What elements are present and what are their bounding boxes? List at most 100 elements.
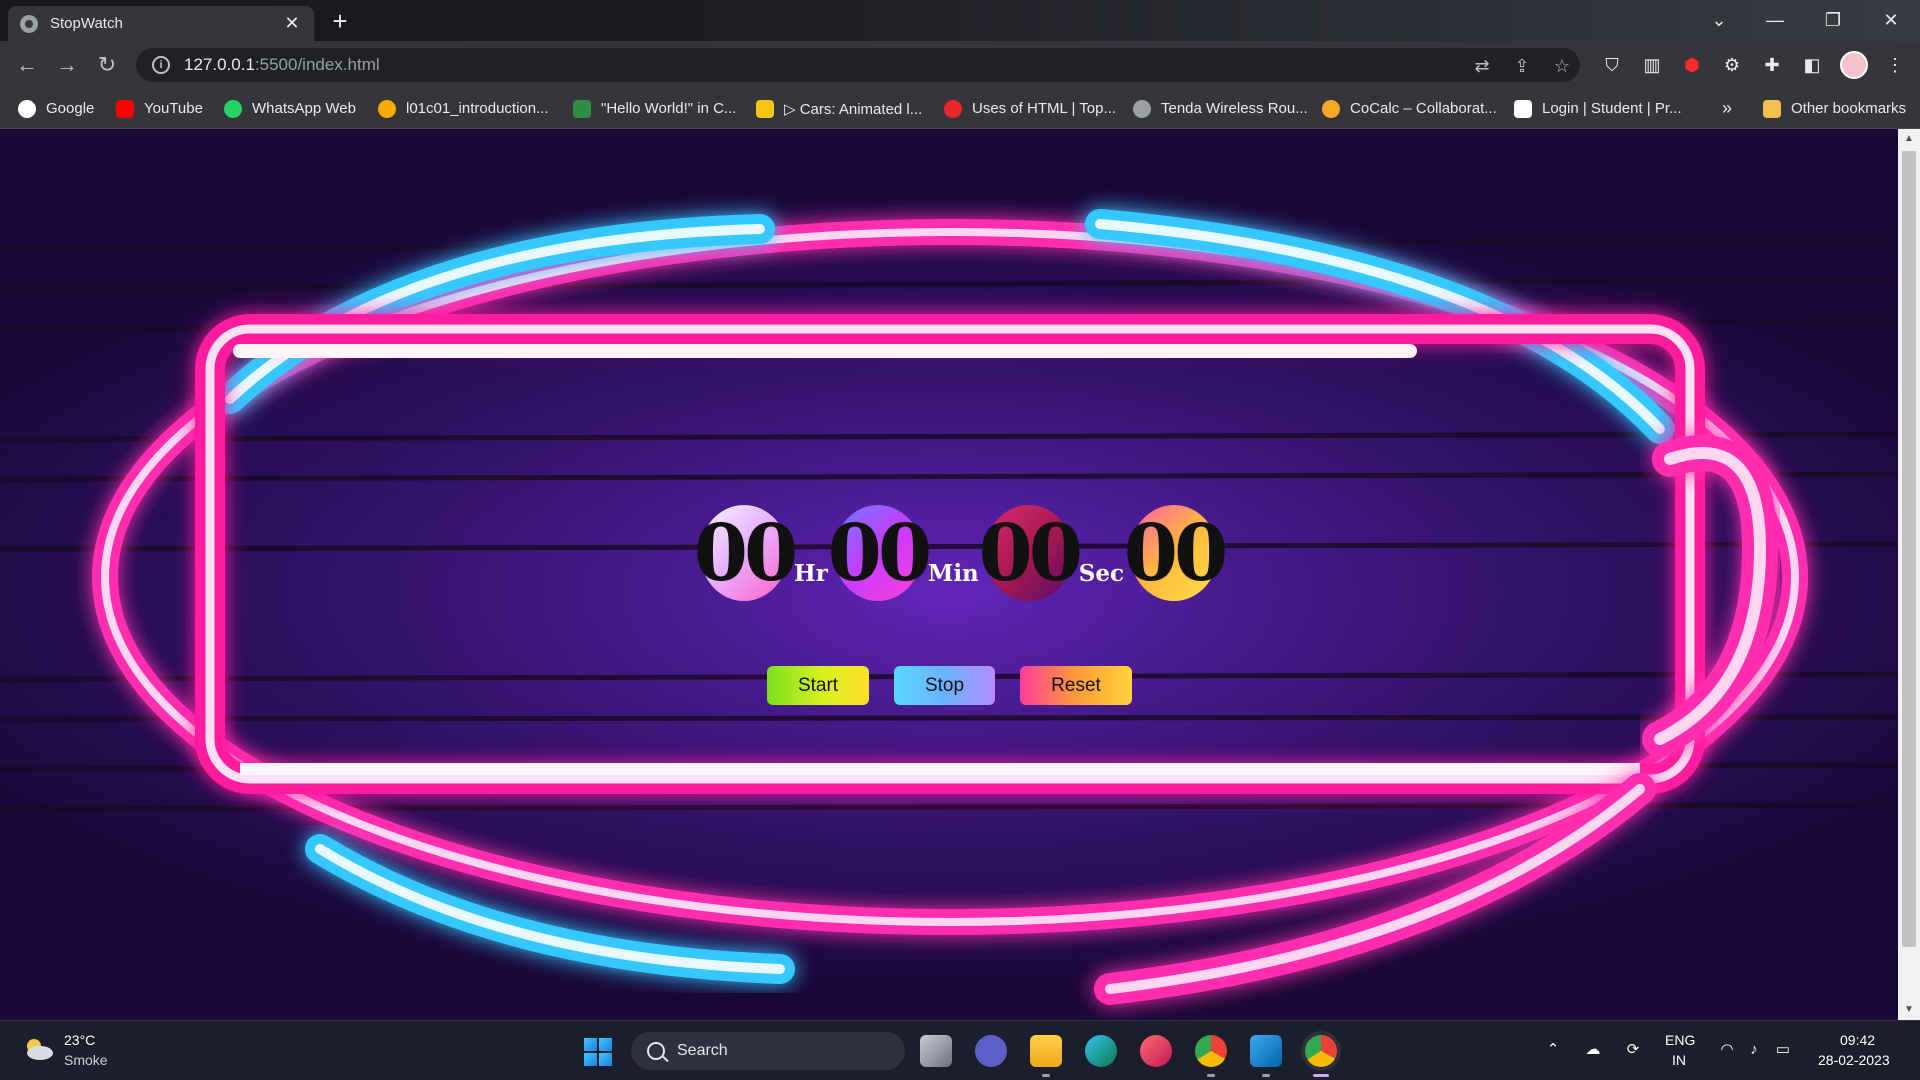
- taskbar-search[interactable]: Search: [631, 1032, 905, 1070]
- url-host: 127.0.0.1: [184, 55, 255, 74]
- teams-chat-icon[interactable]: [975, 1035, 1007, 1067]
- bookmark-label: CoCalc – Collaborat...: [1350, 100, 1497, 117]
- reset-button[interactable]: Reset: [1020, 666, 1132, 705]
- vscode-icon[interactable]: [1250, 1035, 1282, 1067]
- bookmark-label: WhatsApp Web: [252, 100, 356, 117]
- search-icon: [647, 1042, 665, 1060]
- sync-icon[interactable]: ⟳: [1624, 1041, 1642, 1059]
- globe-icon: [1133, 99, 1151, 118]
- tab-stopwatch[interactable]: StopWatch ✕: [8, 6, 314, 41]
- scrollbar-thumb[interactable]: [1902, 151, 1916, 947]
- running-indicator: [1042, 1074, 1050, 1077]
- browser-titlebar: StopWatch ✕ + ⌄ — ❐ ✕: [0, 0, 1920, 41]
- bookmark-label: Google: [46, 100, 95, 117]
- bookmark-login[interactable]: Login | Student | Pr...: [1514, 88, 1682, 129]
- weather-temperature[interactable]: 23°C: [64, 1032, 95, 1048]
- bookmark-star-icon[interactable]: ☆: [1552, 56, 1572, 76]
- close-window-button[interactable]: ✕: [1868, 0, 1914, 41]
- bookmark-colab[interactable]: l01c01_introduction...: [378, 88, 549, 129]
- edge-browser-icon[interactable]: [1085, 1035, 1117, 1067]
- other-bookmarks-label: Other bookmarks: [1791, 100, 1907, 117]
- task-view-icon[interactable]: [920, 1035, 952, 1067]
- gfg-icon: [573, 99, 591, 118]
- hours-display: 00: [694, 505, 798, 601]
- cocalc-icon: [1322, 99, 1340, 118]
- bookmark-label: ▷ Cars: Animated l...: [784, 100, 923, 118]
- brave-shield-icon[interactable]: ⛉: [1601, 54, 1623, 76]
- whatsapp-icon: [224, 99, 242, 118]
- volume-icon[interactable]: ♪: [1745, 1041, 1763, 1059]
- bookmark-google[interactable]: Google: [18, 88, 94, 129]
- chrome-profile-icon[interactable]: [1305, 1035, 1337, 1067]
- minimize-button[interactable]: —: [1752, 0, 1798, 41]
- start-button[interactable]: Start: [767, 666, 869, 705]
- stop-button[interactable]: Stop: [894, 666, 995, 705]
- colab-icon: [378, 99, 396, 118]
- bookmark-label: Uses of HTML | Top...: [972, 100, 1116, 117]
- minutes-unit-label: Min: [927, 560, 979, 587]
- bookmark-cocalc[interactable]: CoCalc – Collaborat...: [1322, 88, 1497, 129]
- taskbar-search-label: Search: [677, 1042, 728, 1059]
- extensions-puzzle-icon[interactable]: ✚: [1761, 54, 1783, 76]
- other-bookmarks-folder[interactable]: Other bookmarks: [1763, 88, 1906, 129]
- side-panel-icon[interactable]: ◧: [1801, 54, 1823, 76]
- bookmark-label: YouTube: [144, 100, 203, 117]
- bookmark-youtube[interactable]: YouTube: [116, 88, 203, 129]
- show-hidden-icons-chevron-icon[interactable]: ⌃: [1544, 1041, 1562, 1059]
- scroll-down-arrow[interactable]: ▼: [1898, 1000, 1920, 1020]
- clock-date[interactable]: 28-02-2023: [1818, 1052, 1890, 1068]
- scroll-up-arrow[interactable]: ▲: [1898, 129, 1920, 149]
- weather-smoke-icon[interactable]: [22, 1036, 54, 1062]
- bookmarks-bar: Google YouTube WhatsApp Web l01c01_intro…: [0, 88, 1920, 129]
- tab-close-button[interactable]: ✕: [282, 13, 302, 34]
- running-indicator: [1262, 1074, 1270, 1077]
- forward-button[interactable]: →: [52, 51, 82, 79]
- wifi-icon[interactable]: ◠: [1718, 1041, 1736, 1059]
- bookmark-label: l01c01_introduction...: [406, 100, 549, 117]
- back-button[interactable]: ←: [12, 51, 42, 79]
- bookmark-whatsapp[interactable]: WhatsApp Web: [224, 88, 356, 129]
- performance-icon[interactable]: ▥: [1641, 54, 1663, 76]
- centiseconds-display: 00: [1124, 505, 1228, 601]
- start-menu-windows-icon[interactable]: [584, 1038, 612, 1066]
- bookmarks-overflow-button[interactable]: »: [1722, 88, 1732, 129]
- youtube-icon: [116, 99, 134, 118]
- reload-button[interactable]: ↻: [92, 51, 122, 79]
- bookmark-tenda[interactable]: Tenda Wireless Rou...: [1133, 88, 1308, 129]
- bookmark-label: Login | Student | Pr...: [1542, 100, 1682, 117]
- tab-search-icon[interactable]: ⌄: [1696, 0, 1742, 41]
- bookmark-cars[interactable]: ▷ Cars: Animated l...: [756, 88, 922, 129]
- star-icon: [756, 99, 774, 118]
- keyboard-layout-indicator[interactable]: IN: [1672, 1052, 1686, 1068]
- seconds-display: 00: [979, 505, 1083, 601]
- restore-button[interactable]: ❐: [1810, 0, 1856, 41]
- adblock-icon[interactable]: ⬢: [1681, 54, 1703, 76]
- url-path: :5500/index.html: [254, 55, 380, 74]
- translate-icon[interactable]: ⇄: [1472, 56, 1492, 76]
- language-indicator[interactable]: ENG: [1665, 1032, 1695, 1048]
- new-tab-button[interactable]: +: [326, 8, 354, 36]
- globe-icon: [20, 14, 38, 33]
- share-icon[interactable]: ⇪: [1512, 56, 1532, 76]
- hours-unit-label: Hr: [794, 560, 828, 587]
- bookmark-geeksforgeeks[interactable]: "Hello World!" in C...: [573, 88, 736, 129]
- folder-icon: [1763, 99, 1781, 118]
- pinned-app-icon[interactable]: [1140, 1035, 1172, 1067]
- active-indicator: [1313, 1074, 1329, 1077]
- site-info-icon[interactable]: i: [152, 56, 170, 74]
- onedrive-offline-icon[interactable]: ☁: [1584, 1041, 1602, 1059]
- stopwatch-display: 00 Hr 00 Min 00 Sec 00: [694, 505, 1228, 601]
- file-explorer-icon[interactable]: [1030, 1035, 1062, 1067]
- chrome-icon[interactable]: [1195, 1035, 1227, 1067]
- browser-toolbar: ← → ↻ i 127.0.0.1:5500/index.html ⇄ ⇪ ☆: [0, 41, 1920, 88]
- profile-avatar[interactable]: [1840, 51, 1868, 79]
- battery-icon[interactable]: ▭: [1774, 1041, 1792, 1059]
- menu-kebab-icon[interactable]: ⋮: [1884, 54, 1906, 76]
- address-bar[interactable]: i 127.0.0.1:5500/index.html ⇄ ⇪ ☆: [136, 48, 1580, 82]
- google-icon: [18, 99, 36, 118]
- weather-description[interactable]: Smoke: [64, 1052, 108, 1068]
- settings-gear-icon[interactable]: ⚙: [1721, 54, 1743, 76]
- site-icon: [944, 99, 962, 118]
- bookmark-html-uses[interactable]: Uses of HTML | Top...: [944, 88, 1116, 129]
- clock-time[interactable]: 09:42: [1840, 1032, 1875, 1048]
